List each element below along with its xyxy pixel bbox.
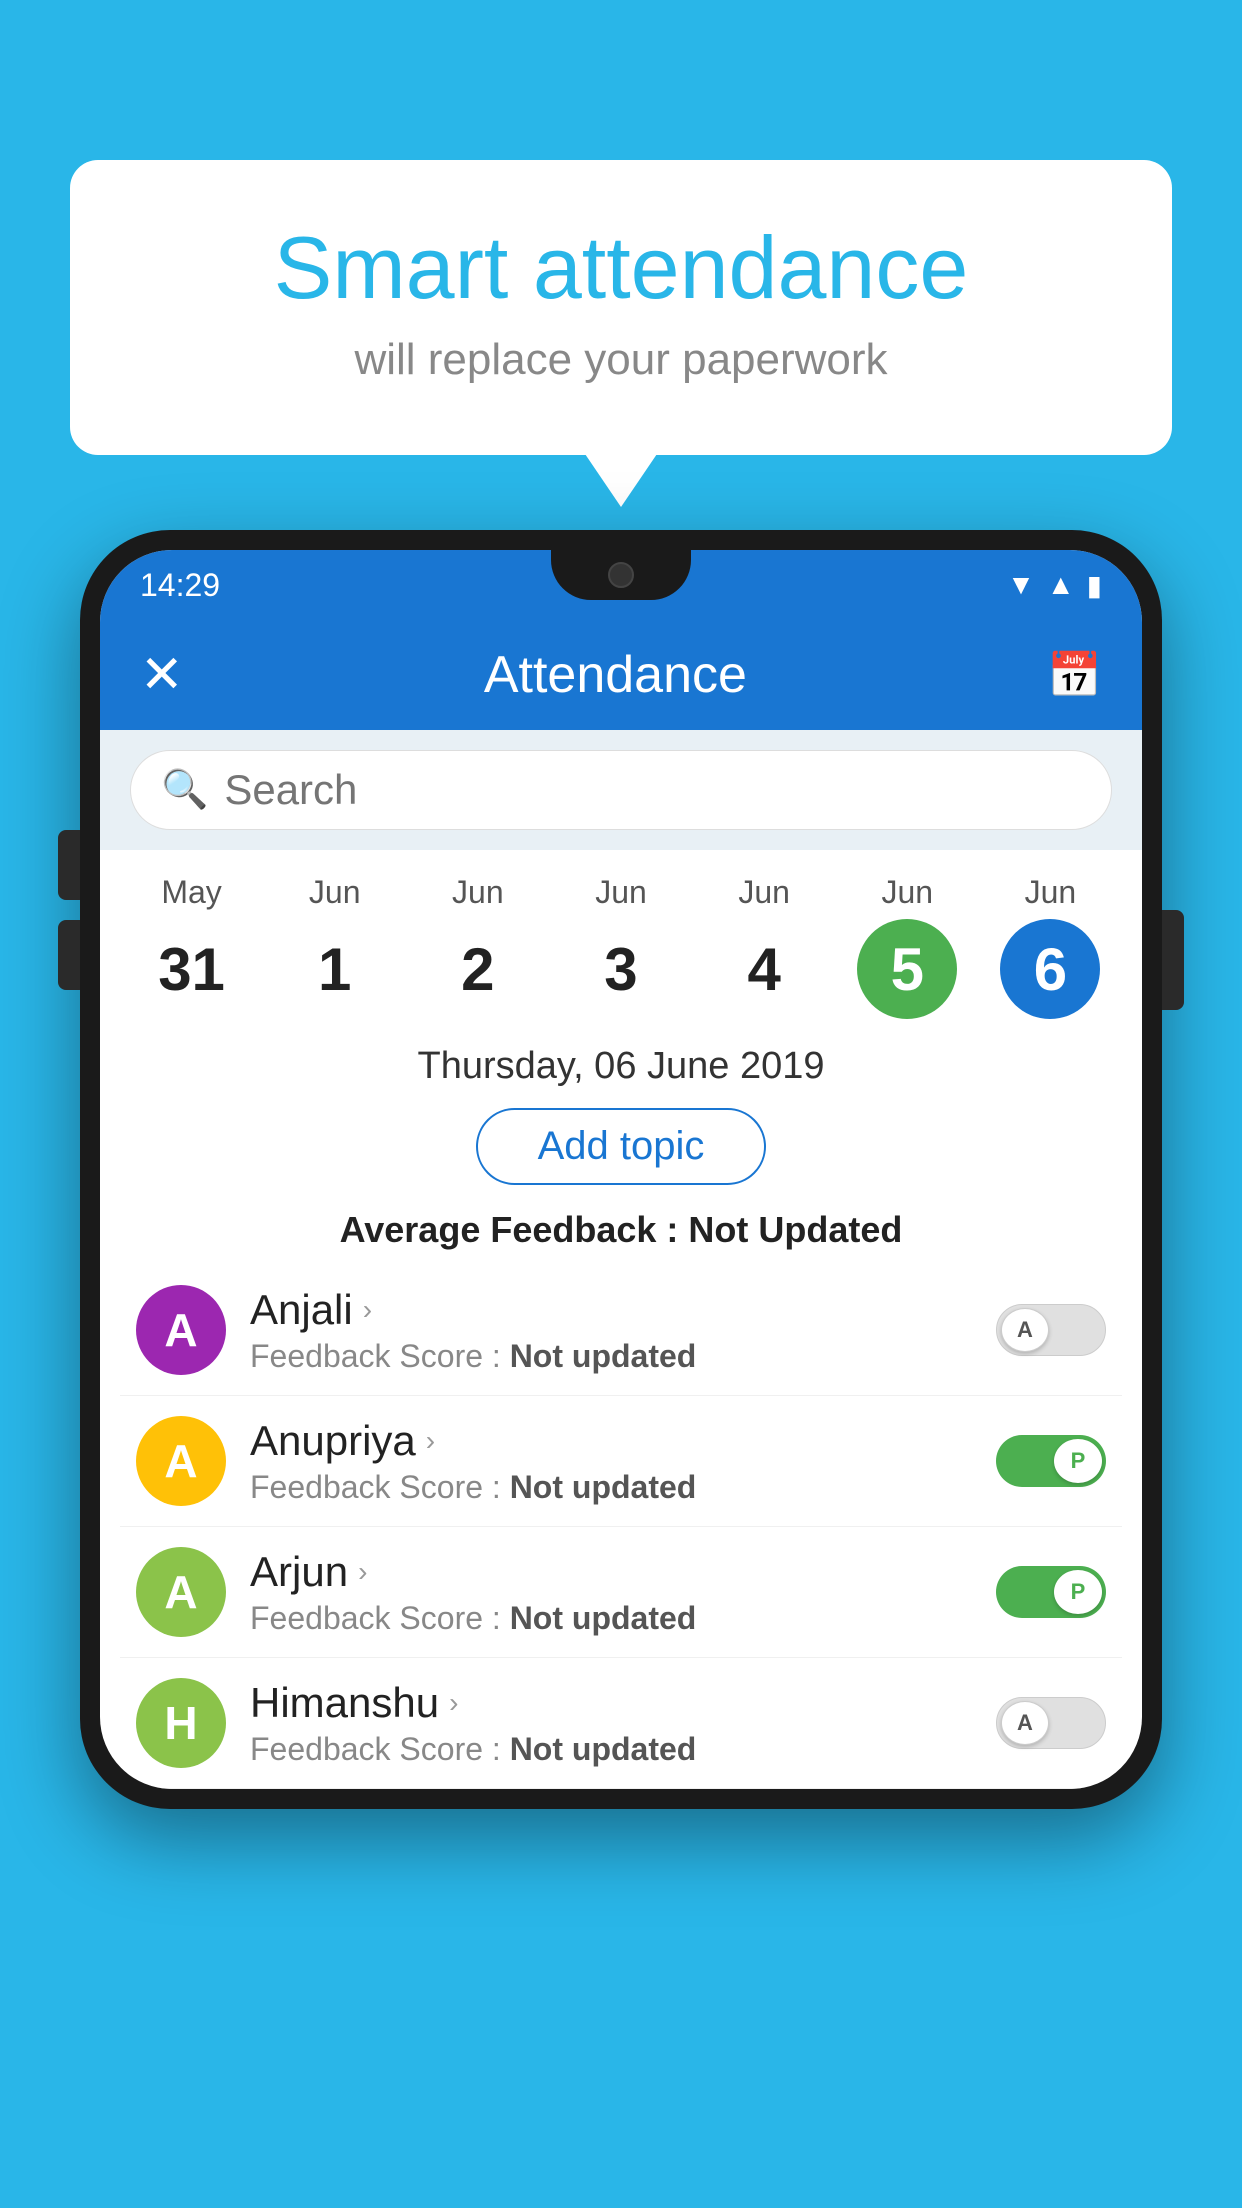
student-info: Anupriya › Feedback Score : Not updated: [250, 1417, 972, 1506]
search-icon: 🔍: [161, 768, 208, 812]
feedback-score: Feedback Score : Not updated: [250, 1469, 972, 1506]
student-name[interactable]: Anjali ›: [250, 1286, 972, 1334]
calendar-day[interactable]: Jun 6: [990, 874, 1110, 1019]
search-bar-container: 🔍: [100, 730, 1142, 850]
student-item: H Himanshu › Feedback Score : Not update…: [120, 1658, 1122, 1789]
cal-date-label: 4: [714, 919, 814, 1019]
search-input[interactable]: [224, 766, 1081, 814]
cal-month-label: May: [161, 874, 221, 911]
attendance-toggle[interactable]: P: [996, 1566, 1106, 1618]
status-icons: ▼ ▲ ▮: [1007, 569, 1102, 602]
add-topic-button[interactable]: Add topic: [476, 1108, 767, 1185]
speech-bubble: Smart attendance will replace your paper…: [70, 160, 1172, 455]
cal-date-label: 3: [571, 919, 671, 1019]
calendar-day[interactable]: Jun 1: [275, 874, 395, 1019]
feedback-value: Not updated: [510, 1731, 697, 1767]
student-avatar: A: [136, 1547, 226, 1637]
student-info: Arjun › Feedback Score : Not updated: [250, 1548, 972, 1637]
app-bar-title: Attendance: [484, 645, 747, 705]
toggle-knob: P: [1054, 1570, 1102, 1614]
student-item: A Arjun › Feedback Score : Not updated P: [120, 1527, 1122, 1658]
student-avatar: A: [136, 1416, 226, 1506]
student-list: A Anjali › Feedback Score : Not updated …: [100, 1265, 1142, 1789]
phone-container: 14:29 ▼ ▲ ▮ ✕ Attendance 📅 🔍: [80, 530, 1162, 1809]
date-heading: Thursday, 06 June 2019: [100, 1029, 1142, 1098]
wifi-icon: ▼: [1007, 569, 1035, 601]
chevron-right-icon: ›: [358, 1556, 367, 1588]
attendance-toggle[interactable]: P: [996, 1435, 1106, 1487]
calendar-day[interactable]: Jun 5: [847, 874, 967, 1019]
cal-month-label: Jun: [452, 874, 504, 911]
cal-month-label: Jun: [595, 874, 647, 911]
cal-date-label: 6: [1000, 919, 1100, 1019]
cal-date-label: 5: [857, 919, 957, 1019]
feedback-value: Not updated: [510, 1338, 697, 1374]
chevron-right-icon: ›: [363, 1294, 372, 1326]
feedback-score: Feedback Score : Not updated: [250, 1731, 972, 1768]
student-name[interactable]: Anupriya ›: [250, 1417, 972, 1465]
power-button: [1162, 910, 1184, 1010]
feedback-score: Feedback Score : Not updated: [250, 1338, 972, 1375]
student-info: Anjali › Feedback Score : Not updated: [250, 1286, 972, 1375]
attendance-toggle[interactable]: A: [996, 1304, 1106, 1356]
calendar-day[interactable]: Jun 2: [418, 874, 538, 1019]
calendar-strip: May 31 Jun 1 Jun 2 Jun 3 Jun 4 Jun 5 Jun…: [100, 850, 1142, 1029]
calendar-icon[interactable]: 📅: [1047, 649, 1102, 701]
toggle-knob: A: [1001, 1308, 1049, 1352]
phone-notch: [551, 550, 691, 600]
volume-down-button: [58, 920, 80, 990]
attendance-toggle[interactable]: A: [996, 1697, 1106, 1749]
cal-date-label: 1: [285, 919, 385, 1019]
toggle-knob: A: [1001, 1701, 1049, 1745]
avg-feedback: Average Feedback : Not Updated: [100, 1195, 1142, 1265]
phone-screen: 14:29 ▼ ▲ ▮ ✕ Attendance 📅 🔍: [100, 550, 1142, 1789]
app-bar: ✕ Attendance 📅: [100, 620, 1142, 730]
cal-month-label: Jun: [309, 874, 361, 911]
attendance-toggle-wrap[interactable]: A: [996, 1697, 1106, 1749]
bubble-title: Smart attendance: [150, 220, 1092, 317]
signal-icon: ▲: [1047, 569, 1075, 601]
chevron-right-icon: ›: [449, 1687, 458, 1719]
cal-date-label: 2: [428, 919, 528, 1019]
feedback-value: Not updated: [510, 1469, 697, 1505]
phone: 14:29 ▼ ▲ ▮ ✕ Attendance 📅 🔍: [80, 530, 1162, 1809]
avg-feedback-label: Average Feedback :: [340, 1209, 689, 1250]
student-info: Himanshu › Feedback Score : Not updated: [250, 1679, 972, 1768]
avg-feedback-value: Not Updated: [688, 1209, 902, 1250]
toggle-knob: P: [1054, 1439, 1102, 1483]
chevron-right-icon: ›: [426, 1425, 435, 1457]
calendar-day[interactable]: May 31: [132, 874, 252, 1019]
feedback-score: Feedback Score : Not updated: [250, 1600, 972, 1637]
close-button[interactable]: ✕: [140, 645, 184, 705]
attendance-toggle-wrap[interactable]: P: [996, 1435, 1106, 1487]
speech-bubble-container: Smart attendance will replace your paper…: [70, 160, 1172, 455]
student-avatar: A: [136, 1285, 226, 1375]
cal-month-label: Jun: [881, 874, 933, 911]
student-item: A Anupriya › Feedback Score : Not update…: [120, 1396, 1122, 1527]
status-time: 14:29: [140, 567, 220, 604]
student-avatar: H: [136, 1678, 226, 1768]
calendar-day[interactable]: Jun 3: [561, 874, 681, 1019]
student-name[interactable]: Himanshu ›: [250, 1679, 972, 1727]
cal-month-label: Jun: [738, 874, 790, 911]
calendar-day[interactable]: Jun 4: [704, 874, 824, 1019]
feedback-value: Not updated: [510, 1600, 697, 1636]
student-name[interactable]: Arjun ›: [250, 1548, 972, 1596]
search-bar[interactable]: 🔍: [130, 750, 1112, 830]
cal-month-label: Jun: [1025, 874, 1077, 911]
attendance-toggle-wrap[interactable]: P: [996, 1566, 1106, 1618]
attendance-toggle-wrap[interactable]: A: [996, 1304, 1106, 1356]
front-camera: [608, 562, 634, 588]
bubble-subtitle: will replace your paperwork: [150, 335, 1092, 385]
volume-up-button: [58, 830, 80, 900]
battery-icon: ▮: [1087, 569, 1102, 602]
cal-date-label: 31: [142, 919, 242, 1019]
student-item: A Anjali › Feedback Score : Not updated …: [120, 1265, 1122, 1396]
